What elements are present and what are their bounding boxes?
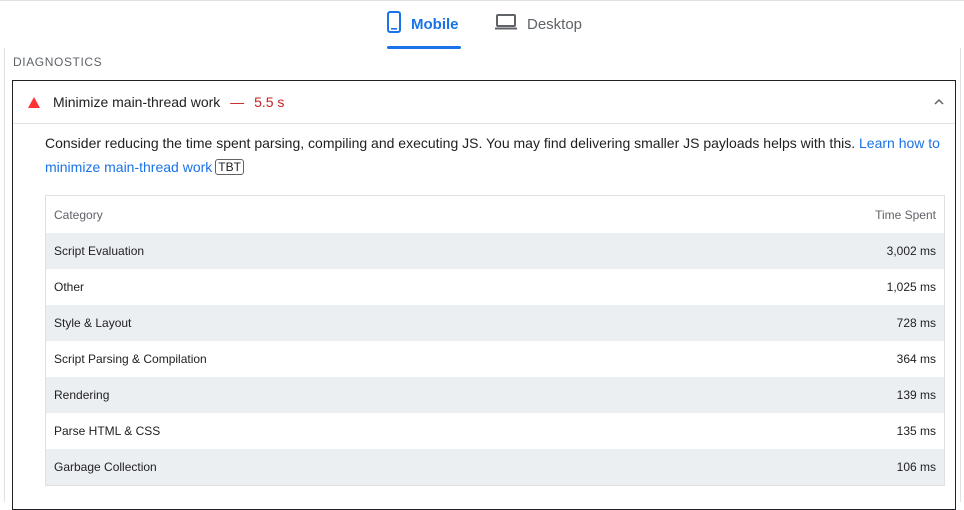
header-category: Category (54, 207, 103, 222)
audit-title-line: Minimize main-thread work — 5.5 s (53, 94, 284, 110)
device-tabs: Mobile Desktop (0, 0, 964, 49)
tab-mobile-label: Mobile (411, 15, 459, 33)
row-category: Script Parsing & Compilation (54, 352, 207, 366)
laptop-icon (495, 13, 517, 35)
row-category: Style & Layout (54, 316, 132, 330)
row-time: 106 ms (896, 460, 936, 474)
row-time: 728 ms (896, 316, 936, 330)
audit-description: Consider reducing the time spent parsing… (45, 131, 945, 179)
audit-minimize-main-thread-work: Minimize main-thread work — 5.5 s Consid… (12, 80, 956, 510)
section-title: DIAGNOSTICS (13, 55, 103, 69)
table-row: Other 1,025 ms (46, 269, 944, 305)
frame-right-border (960, 48, 961, 502)
table-row: Parse HTML & CSS 135 ms (46, 413, 944, 449)
row-category: Parse HTML & CSS (54, 424, 161, 438)
table-header: Category Time Spent (46, 196, 944, 233)
tab-desktop-label: Desktop (527, 15, 583, 33)
row-category: Rendering (54, 388, 110, 402)
tbt-badge: TBT (215, 159, 244, 175)
audit-separator: — (230, 94, 245, 110)
row-time: 135 ms (896, 424, 936, 438)
active-tab-indicator (387, 46, 461, 49)
tab-desktop[interactable]: Desktop (495, 0, 595, 48)
fail-triangle-icon (28, 97, 40, 108)
row-category: Script Evaluation (54, 244, 145, 258)
audit-description-text: Consider reducing the time spent parsing… (45, 135, 859, 151)
tab-mobile[interactable]: Mobile (387, 0, 461, 48)
chevron-up-icon[interactable] (933, 95, 945, 107)
table-row: Script Evaluation 3,002 ms (46, 233, 944, 269)
table-row: Script Parsing & Compilation 364 ms (46, 341, 944, 377)
row-category: Garbage Collection (54, 460, 157, 474)
table-row: Garbage Collection 106 ms (46, 449, 944, 485)
row-time: 1,025 ms (886, 280, 936, 294)
smartphone-icon (387, 10, 401, 38)
table-row: Style & Layout 728 ms (46, 305, 944, 341)
audit-display-value: 5.5 s (254, 94, 285, 110)
table-row: Rendering 139 ms (46, 377, 944, 413)
details-table: Category Time Spent Script Evaluation 3,… (45, 195, 945, 486)
row-time: 3,002 ms (886, 244, 936, 258)
audit-title: Minimize main-thread work (53, 94, 221, 110)
row-time: 139 ms (896, 388, 936, 402)
row-category: Other (54, 280, 85, 294)
frame-left-border (4, 48, 5, 502)
row-time: 364 ms (896, 352, 936, 366)
audit-header[interactable]: Minimize main-thread work — 5.5 s (13, 81, 955, 124)
header-time-spent: Time Spent (875, 207, 936, 222)
